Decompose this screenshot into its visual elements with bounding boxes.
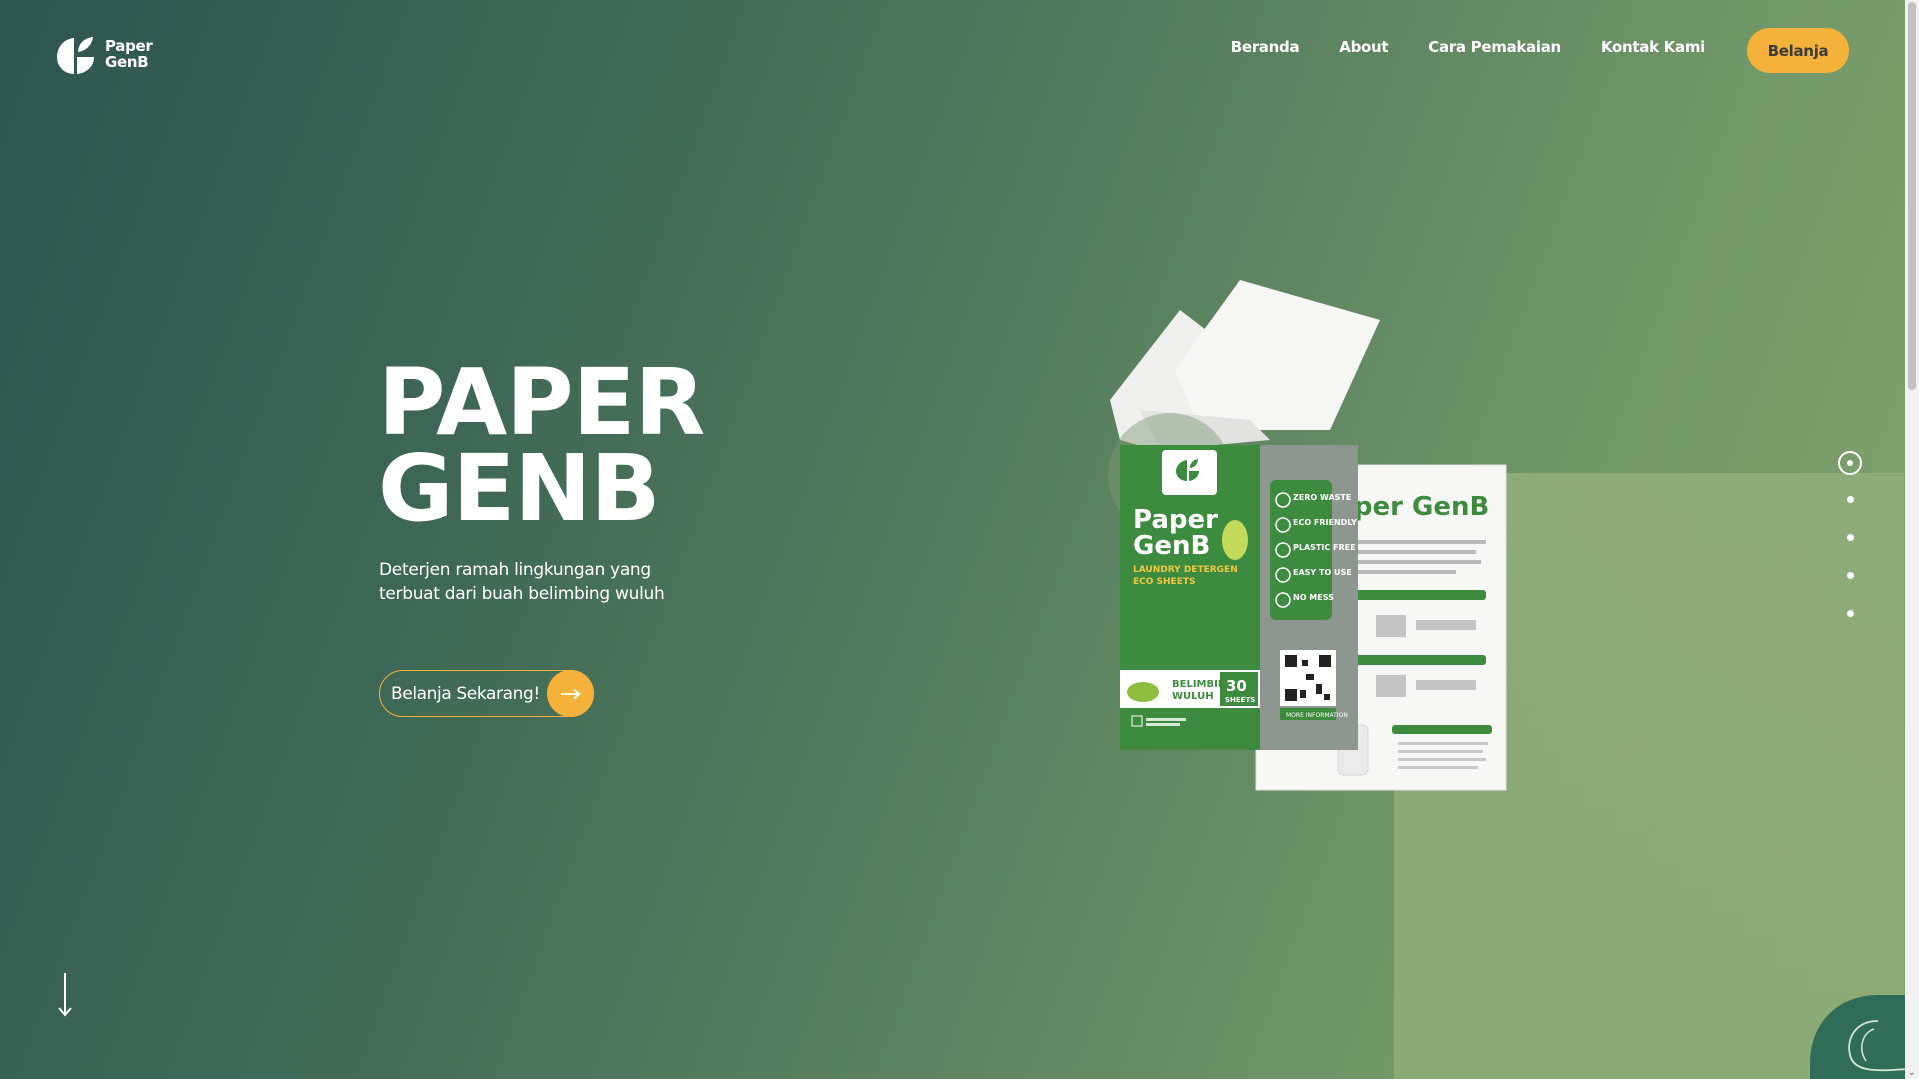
nav-item-about[interactable]: About <box>1339 38 1388 56</box>
more-information-label: MORE INFORMATION <box>1286 712 1348 719</box>
main-nav: Beranda About Cara Pemakaian Kontak Kami <box>1231 38 1706 56</box>
landing-page: Paper GenB Beranda About Cara Pemakaian … <box>0 0 1919 1079</box>
decorative-blob-icon <box>1810 995 1908 1079</box>
nav-item-cara-pemakaian[interactable]: Cara Pemakaian <box>1428 38 1561 56</box>
nav-item-kontak-kami[interactable]: Kontak Kami <box>1601 38 1705 56</box>
shop-now-button[interactable]: Belanja Sekarang! <box>379 670 594 717</box>
feature-plastic-free: PLASTIC FREE <box>1293 543 1356 552</box>
leaf-logo-icon <box>57 37 94 74</box>
brand-name: Paper GenB <box>105 38 153 70</box>
brand-name-line1: Paper <box>105 37 153 55</box>
scrollbar-thumb[interactable] <box>1908 2 1916 390</box>
arrow-right-icon <box>547 670 594 717</box>
feature-eco-friendly: ECO FRIENDLY <box>1293 518 1357 527</box>
feature-easy-to-use: EASY TO USE <box>1293 568 1352 577</box>
page-scrollbar[interactable]: ⌄ <box>1905 0 1919 1079</box>
hero-title-line2: GENB <box>378 435 660 542</box>
slider-dot-3[interactable] <box>1847 534 1854 541</box>
sheets-count: 30 <box>1226 677 1247 695</box>
slider-dot-5[interactable] <box>1847 610 1854 617</box>
pack-subtitle1: LAUNDRY DETERGEN <box>1133 565 1238 575</box>
nav-item-beranda[interactable]: Beranda <box>1231 38 1300 56</box>
slider-dot-2[interactable] <box>1847 496 1854 503</box>
feature-zero-waste: ZERO WASTE <box>1293 493 1351 502</box>
shop-now-label: Belanja Sekarang! <box>391 683 540 704</box>
arrow-down-icon[interactable] <box>56 972 74 1018</box>
product-pack: ZERO WASTE ECO FRIENDLY PLASTIC FREE EAS… <box>1120 445 1358 750</box>
pack-fruit-line2: WULUH <box>1172 691 1214 702</box>
scroll-down-icon[interactable]: ⌄ <box>1908 1069 1916 1078</box>
slider-dot-1[interactable] <box>1838 451 1862 475</box>
sheets-label: SHEETS <box>1225 696 1255 704</box>
pack-subtitle2: ECO SHEETS <box>1133 577 1195 587</box>
brand-name-line2: GenB <box>105 53 149 71</box>
pack-brand-line2: GenB <box>1133 531 1210 561</box>
site-header: Paper GenB Beranda About Cara Pemakaian … <box>0 0 1905 100</box>
slider-dot-4[interactable] <box>1847 572 1854 579</box>
product-image: Paper GenB ZERO WASTE ECO FRIENDLY PLAST… <box>1108 280 1507 791</box>
shop-button[interactable]: Belanja <box>1747 28 1849 73</box>
feature-no-mess: NO MESS <box>1293 593 1334 602</box>
brand-logo[interactable]: Paper GenB <box>55 32 153 76</box>
hero-subtitle: Deterjen ramah lingkungan yang terbuat d… <box>379 560 665 604</box>
hero-title-line1: PAPER <box>378 349 705 456</box>
hero-title: PAPER GENB <box>378 349 705 542</box>
